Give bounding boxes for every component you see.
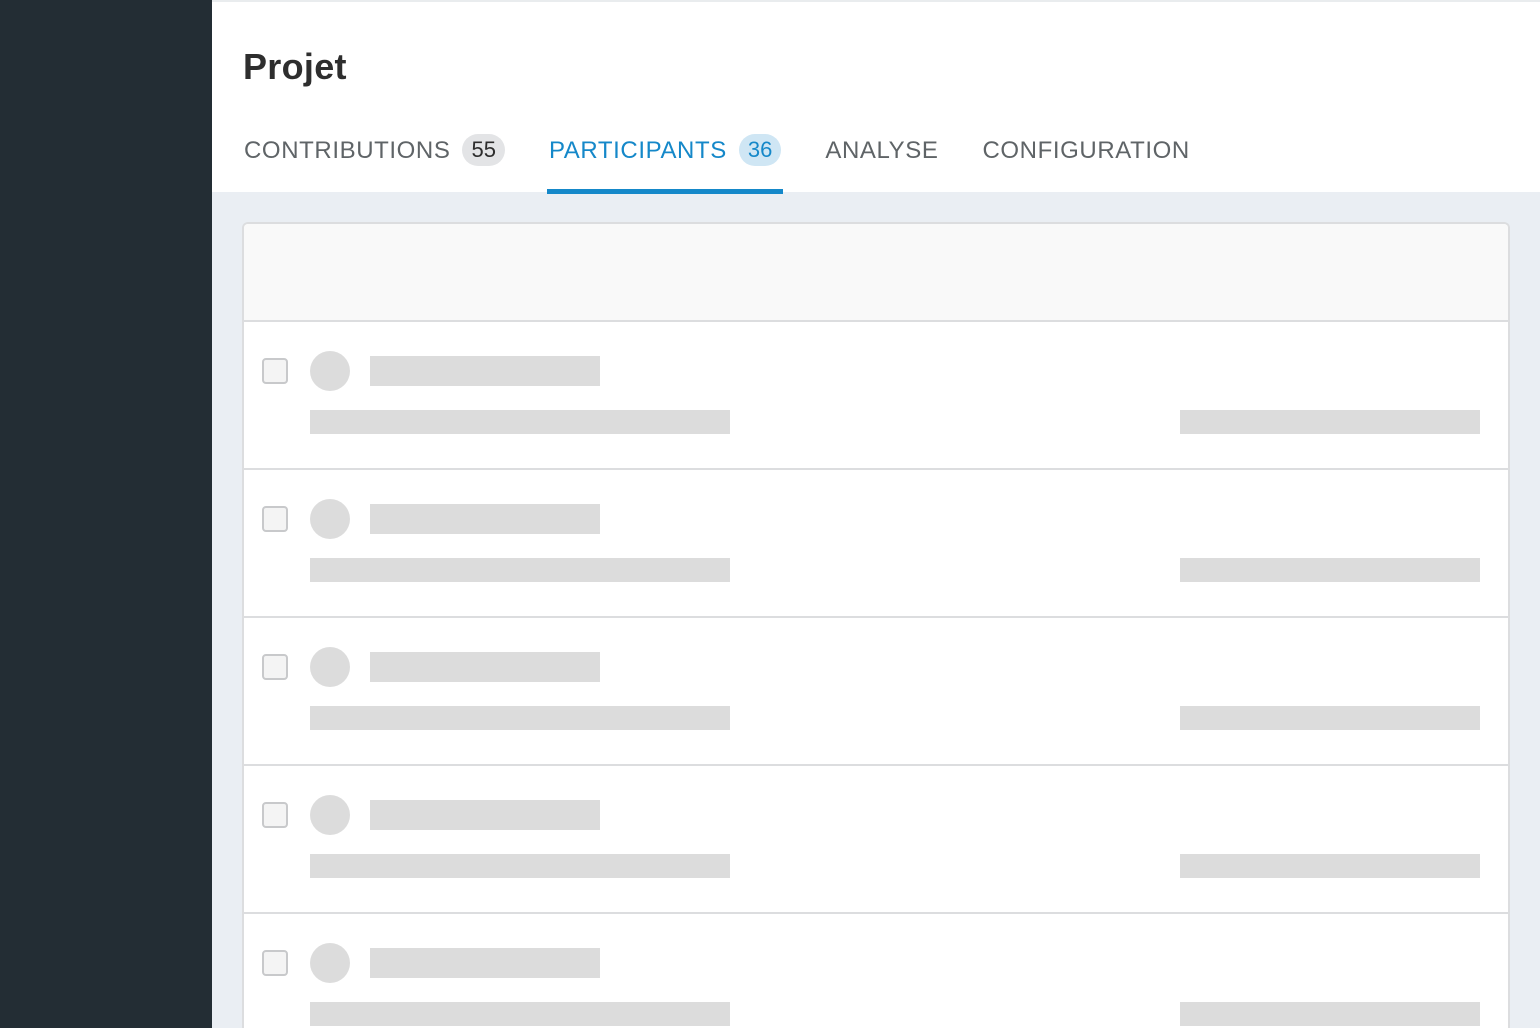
- tab-label: ANALYSE: [825, 137, 939, 164]
- row-checkbox[interactable]: [262, 358, 288, 384]
- name-placeholder: [370, 948, 600, 978]
- tab-analyse[interactable]: ANALYSE: [823, 130, 940, 192]
- name-placeholder: [370, 356, 600, 386]
- page-header: Projet CONTRIBUTIONS 55 PARTICIPANTS 36 …: [212, 0, 1540, 194]
- participants-list: [242, 222, 1510, 1028]
- row-checkbox[interactable]: [262, 506, 288, 532]
- avatar-placeholder: [310, 795, 350, 835]
- detail-placeholder: [310, 854, 730, 878]
- row-checkbox[interactable]: [262, 950, 288, 976]
- avatar-placeholder: [310, 351, 350, 391]
- app-root: Projet CONTRIBUTIONS 55 PARTICIPANTS 36 …: [0, 0, 1540, 1028]
- avatar-placeholder: [310, 647, 350, 687]
- detail-placeholder: [310, 706, 730, 730]
- row-checkbox[interactable]: [262, 802, 288, 828]
- tab-label: CONFIGURATION: [982, 137, 1190, 164]
- avatar-placeholder: [310, 499, 350, 539]
- sidebar: [0, 0, 212, 1028]
- tab-contributions[interactable]: CONTRIBUTIONS 55: [242, 130, 507, 192]
- meta-placeholder: [1180, 558, 1480, 582]
- tab-label: PARTICIPANTS: [548, 137, 727, 164]
- detail-placeholder: [310, 410, 730, 434]
- name-placeholder: [370, 504, 600, 534]
- list-header: [244, 224, 1508, 322]
- meta-placeholder: [1180, 410, 1480, 434]
- tab-participants[interactable]: PARTICIPANTS 36: [546, 130, 784, 194]
- detail-placeholder: [310, 1002, 730, 1026]
- list-item: [244, 470, 1508, 618]
- meta-placeholder: [1180, 854, 1480, 878]
- tab-bar: CONTRIBUTIONS 55 PARTICIPANTS 36 ANALYSE…: [242, 130, 1232, 194]
- tab-label: CONTRIBUTIONS: [244, 137, 451, 164]
- name-placeholder: [370, 800, 600, 830]
- list-item: [244, 618, 1508, 766]
- page-title: Projet: [243, 46, 347, 87]
- avatar-placeholder: [310, 943, 350, 983]
- tab-count-badge: 55: [462, 134, 505, 166]
- tab-count-badge: 36: [738, 134, 782, 166]
- meta-placeholder: [1180, 1002, 1480, 1026]
- list-item: [244, 914, 1508, 1028]
- meta-placeholder: [1180, 706, 1480, 730]
- row-checkbox[interactable]: [262, 654, 288, 680]
- name-placeholder: [370, 652, 600, 682]
- list-item: [244, 766, 1508, 914]
- list-item: [244, 322, 1508, 470]
- tab-configuration[interactable]: CONFIGURATION: [980, 130, 1191, 192]
- detail-placeholder: [310, 558, 730, 582]
